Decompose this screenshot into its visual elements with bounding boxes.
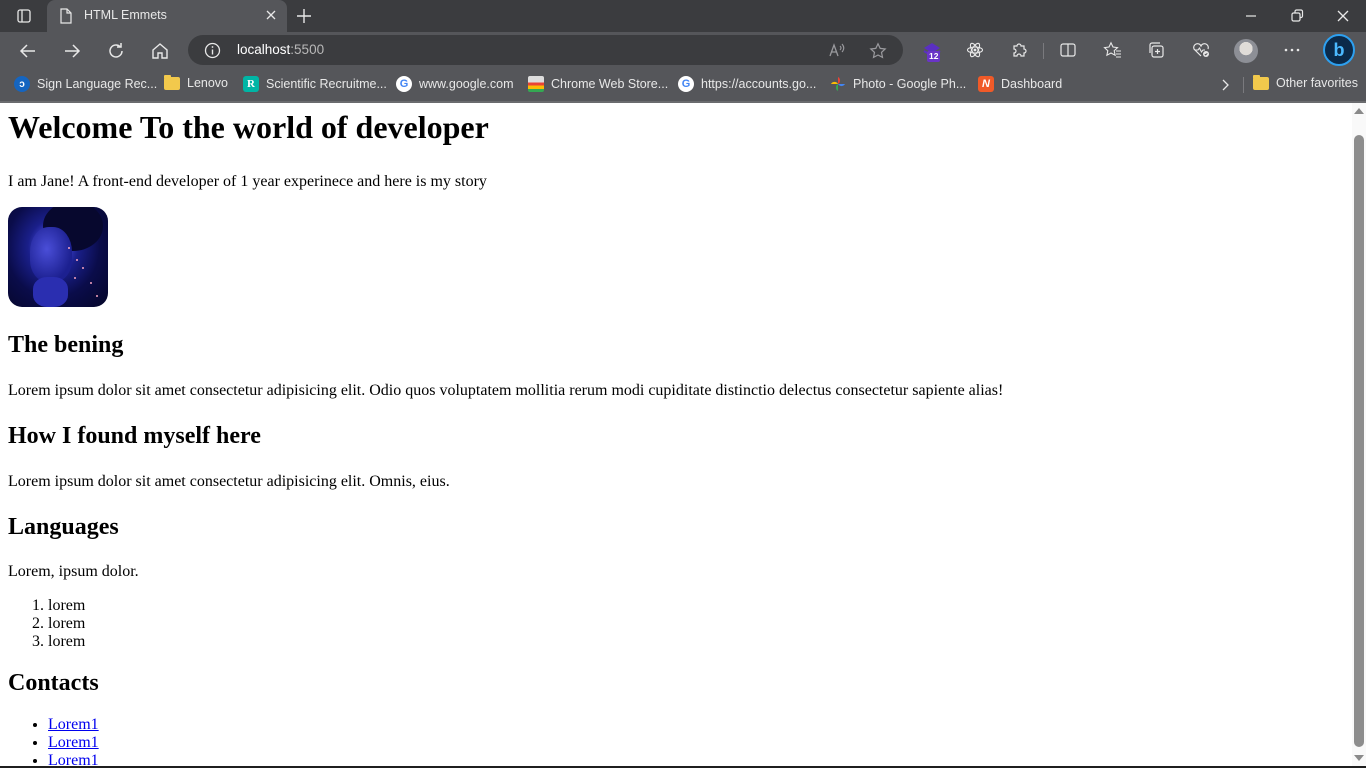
web-page-content: Welcome To the world of developer I am J… — [0, 103, 1352, 766]
more-bookmarks-chevron-icon[interactable] — [1218, 78, 1232, 92]
address-bar[interactable]: localhost:5500 — [188, 35, 903, 65]
profile-avatar[interactable] — [1234, 39, 1258, 63]
other-favorites[interactable]: Other favorites — [1253, 74, 1358, 90]
split-screen-icon[interactable] — [1059, 41, 1077, 59]
chrome-web-store-icon — [528, 76, 544, 92]
bookmark-sign-language[interactable]: ↄ Sign Language Rec... — [14, 76, 157, 92]
site-info-icon[interactable] — [204, 42, 221, 59]
vertical-scrollbar[interactable] — [1352, 103, 1366, 766]
image-sparkle — [68, 247, 70, 249]
browser-tab[interactable]: HTML Emmets — [47, 0, 287, 32]
read-aloud-icon[interactable] — [828, 42, 846, 58]
image-hand — [33, 277, 68, 307]
favorite-star-icon[interactable] — [869, 42, 887, 60]
sign-language-icon: ↄ — [14, 76, 30, 92]
dashboard-icon: N — [978, 76, 994, 92]
bookmark-label: Sign Language Rec... — [37, 77, 158, 91]
section-heading-how-i-found: How I found myself here — [8, 423, 261, 449]
close-window-icon[interactable] — [1336, 8, 1350, 24]
tab-title: HTML Emmets — [84, 8, 167, 22]
section-heading-contacts: Contacts — [8, 670, 99, 696]
scroll-up-arrow-icon[interactable] — [1354, 108, 1364, 114]
list-item: Lorem1 — [48, 734, 1344, 752]
bookmark-google[interactable]: G www.google.com — [396, 76, 514, 92]
intro-text: I am Jane! A front-end developer of 1 ye… — [8, 173, 487, 190]
bookmark-lenovo[interactable]: Lenovo — [164, 74, 229, 90]
react-devtools-icon[interactable] — [966, 41, 984, 59]
bookmarks-separator — [1243, 77, 1244, 93]
section-text-how-i-found: Lorem ipsum dolor sit amet consectetur a… — [8, 473, 450, 490]
bookmark-chrome-web-store[interactable]: Chrome Web Store... — [528, 76, 668, 92]
folder-icon — [1253, 74, 1269, 90]
bookmark-label: Scientific Recruitme... — [266, 77, 387, 91]
bookmark-label: Photo - Google Ph... — [853, 77, 967, 91]
bookmark-label: Lenovo — [187, 76, 229, 90]
browser-essentials-icon[interactable] — [1191, 41, 1211, 59]
tab-actions-icon — [17, 9, 31, 23]
image-sparkle — [96, 295, 98, 297]
list-item: Lorem1 — [48, 752, 1344, 766]
restore-icon[interactable] — [1290, 8, 1304, 24]
bookmark-label: Chrome Web Store... — [551, 77, 669, 91]
profile-image — [8, 207, 108, 307]
list-item: lorem — [48, 615, 1344, 633]
rg-icon: R — [243, 76, 259, 92]
contact-link[interactable]: Lorem1 — [48, 752, 99, 766]
bookmark-label: https://accounts.go... — [701, 77, 817, 91]
page-title: Welcome To the world of developer — [8, 109, 489, 145]
page-icon — [60, 8, 72, 24]
languages-list: lorem lorem lorem — [8, 597, 1344, 651]
collections-icon[interactable] — [1147, 41, 1165, 59]
browser-toolbar: localhost:5500 12 b — [0, 32, 1366, 69]
close-tab-icon[interactable] — [265, 9, 277, 21]
favorites-icon[interactable] — [1103, 41, 1123, 59]
url-port: :5500 — [290, 42, 325, 57]
bookmark-scientific-recruitment[interactable]: R Scientific Recruitme... — [243, 76, 387, 92]
image-sparkle — [90, 282, 92, 284]
contact-link[interactable]: Lorem1 — [48, 734, 99, 751]
back-icon[interactable] — [18, 41, 38, 61]
google-icon: G — [396, 76, 412, 92]
section-text-languages: Lorem, ipsum dolor. — [8, 563, 139, 580]
google-photos-icon — [831, 77, 845, 91]
contacts-list: Lorem1 Lorem1 Lorem1 — [8, 716, 1344, 766]
image-sparkle — [76, 259, 78, 261]
new-tab-icon[interactable] — [295, 7, 313, 25]
google-icon: G — [678, 76, 694, 92]
other-favorites-label: Other favorites — [1276, 76, 1358, 90]
section-text-bening: Lorem ipsum dolor sit amet consectetur a… — [8, 382, 1004, 399]
bookmark-label: www.google.com — [419, 77, 514, 91]
list-item: lorem — [48, 633, 1344, 651]
bookmark-google-photos[interactable]: Photo - Google Ph... — [830, 76, 966, 92]
folder-icon — [164, 74, 180, 90]
toolbar-separator — [1043, 43, 1044, 59]
list-item: Lorem1 — [48, 716, 1344, 734]
bookmark-google-accounts[interactable]: G https://accounts.go... — [678, 76, 816, 92]
image-sparkle — [74, 277, 76, 279]
more-options-icon[interactable] — [1283, 41, 1301, 59]
list-item: lorem — [48, 597, 1344, 615]
bookmark-dashboard[interactable]: N Dashboard — [978, 76, 1062, 92]
title-bar: HTML Emmets — [0, 0, 1366, 32]
refresh-icon[interactable] — [106, 41, 126, 61]
section-heading-bening: The bening — [8, 332, 124, 358]
forward-icon[interactable] — [62, 41, 82, 61]
home-icon[interactable] — [150, 41, 170, 61]
bookmark-label: Dashboard — [1001, 77, 1063, 91]
extensions-puzzle-icon[interactable] — [1010, 41, 1028, 59]
extension-badge: 12 — [927, 51, 941, 62]
minimize-icon[interactable] — [1244, 8, 1258, 24]
image-sparkle — [82, 267, 84, 269]
tab-actions-button[interactable] — [10, 6, 38, 26]
scroll-down-arrow-icon[interactable] — [1354, 755, 1364, 761]
section-heading-languages: Languages — [8, 514, 119, 540]
url-text[interactable]: localhost:5500 — [237, 42, 324, 57]
contact-link[interactable]: Lorem1 — [48, 716, 99, 733]
scrollbar-thumb[interactable] — [1354, 135, 1364, 747]
url-host: localhost — [237, 42, 291, 57]
bookmarks-bar: ↄ Sign Language Rec... Lenovo R Scientif… — [0, 69, 1366, 101]
image-face — [30, 227, 72, 282]
bing-copilot-icon[interactable]: b — [1323, 34, 1355, 66]
